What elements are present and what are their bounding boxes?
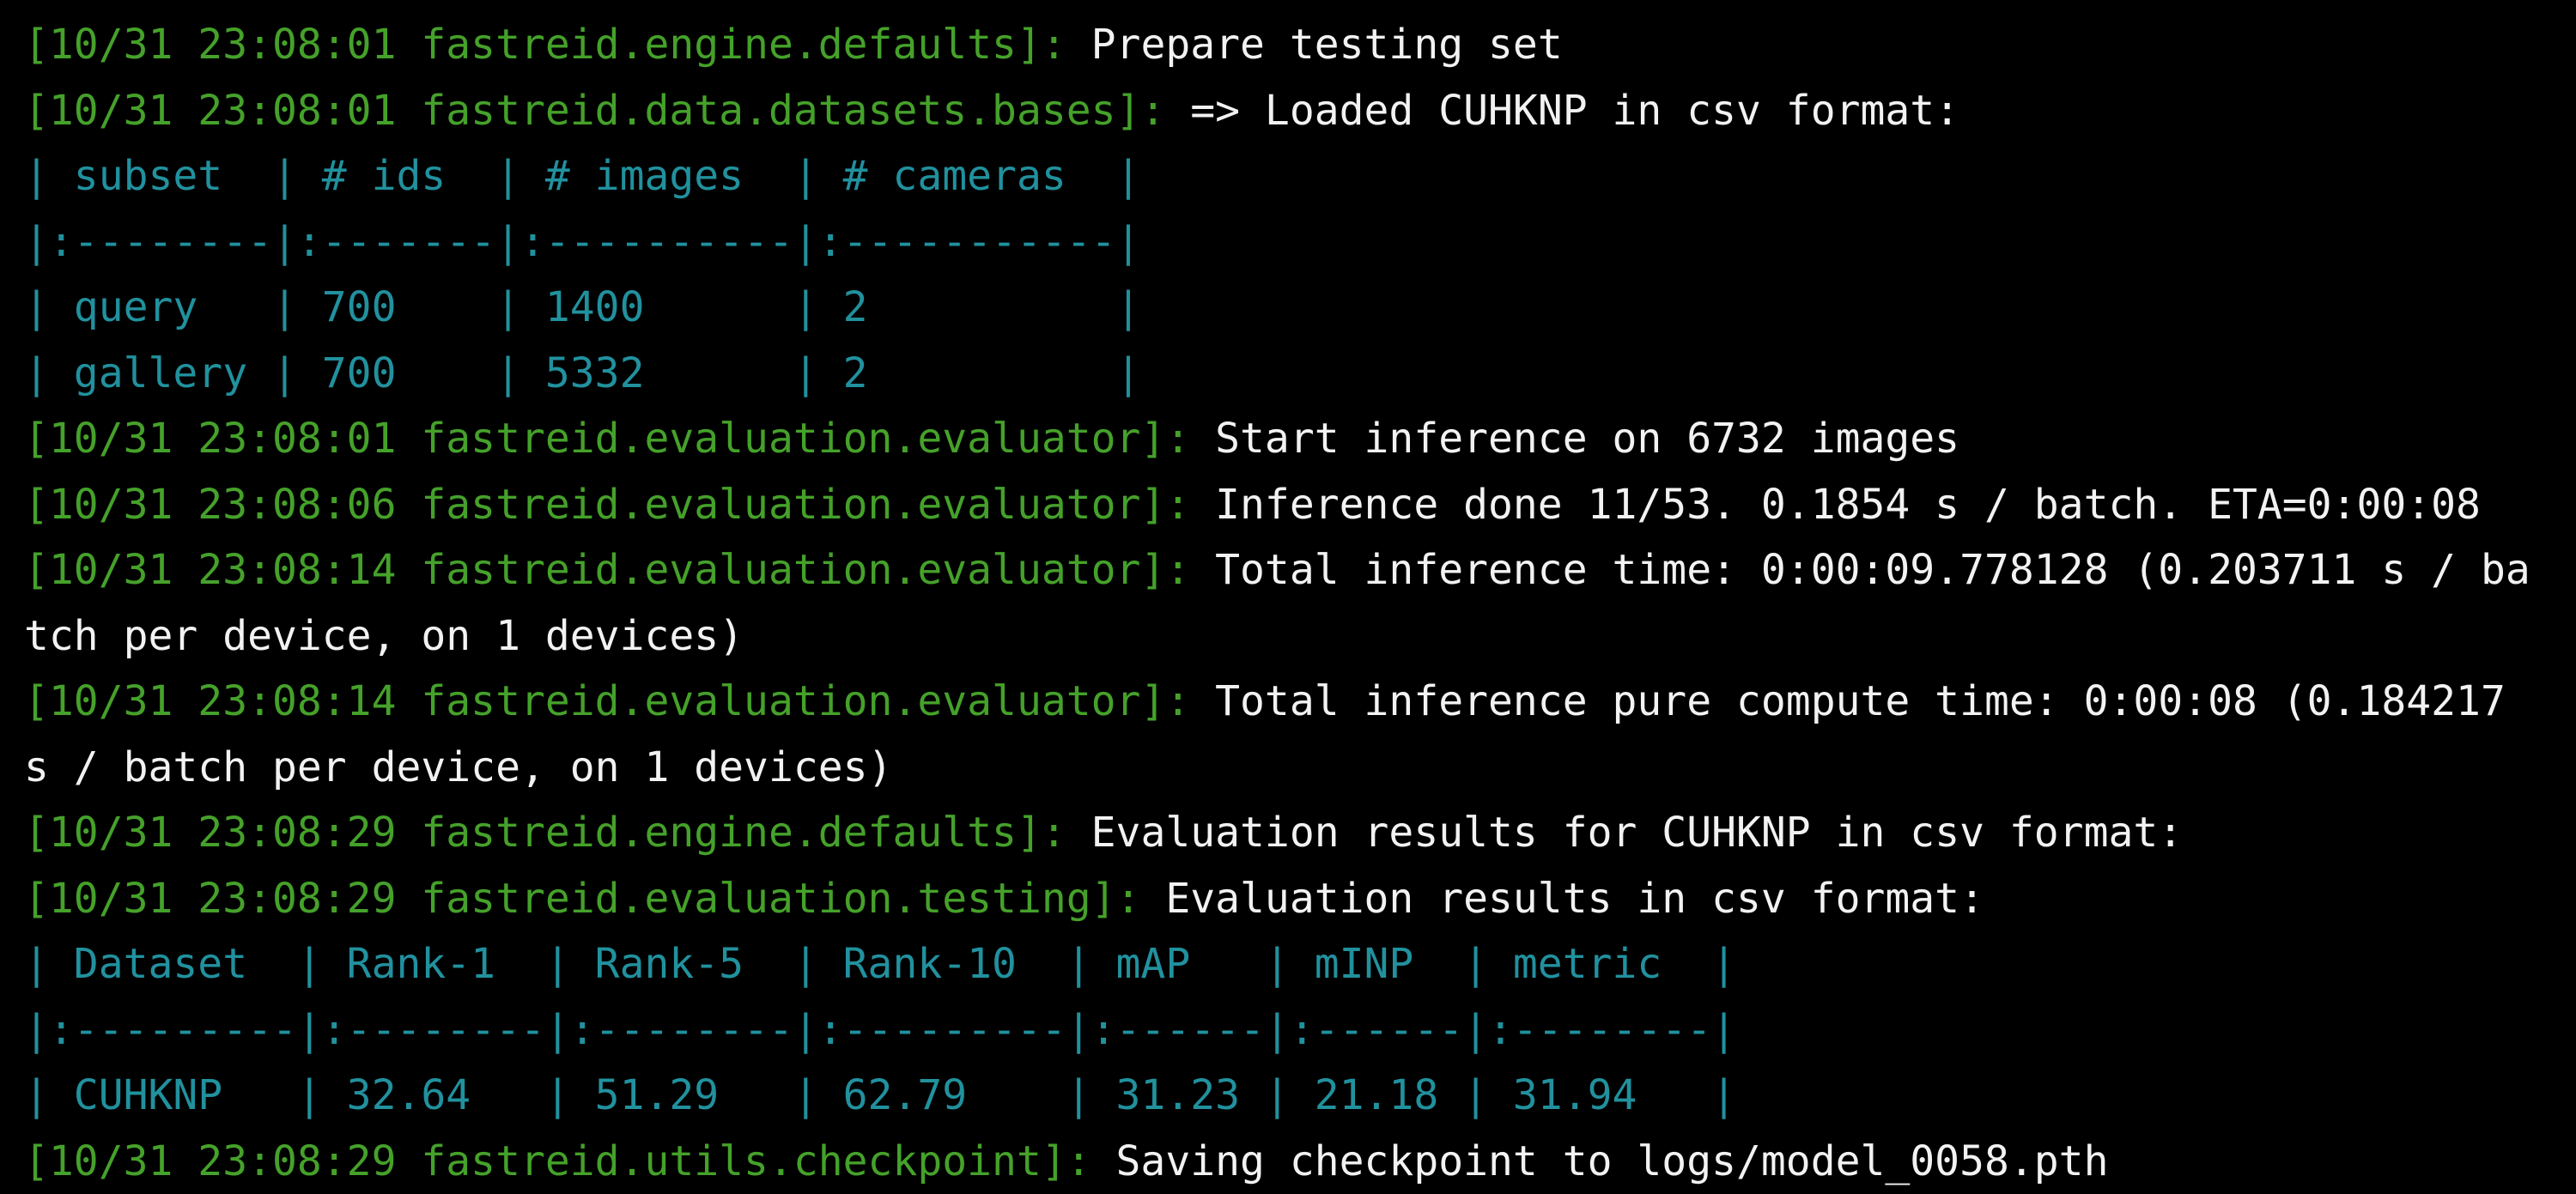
log-message: Prepare testing set: [1091, 21, 1563, 69]
log-message: Evaluation results in csv format:: [1165, 875, 1984, 923]
log-line: [10/31 23:08:01 fastreid.engine.defaults…: [24, 12, 2576, 78]
log-line: [10/31 23:08:29 fastreid.utils.checkpoin…: [24, 1129, 2576, 1194]
log-prefix: [10/31 23:08:29 fastreid.utils.checkpoin…: [24, 1137, 1116, 1185]
log-prefix: [10/31 23:08:14 fastreid.evaluation.eval…: [24, 677, 1215, 725]
table-row: | subset | # ids | # images | # cameras …: [24, 143, 2576, 209]
log-line: [10/31 23:08:14 fastreid.evaluation.eval…: [24, 669, 2576, 735]
log-message: s / batch per device, on 1 devices): [24, 743, 892, 791]
log-prefix: [10/31 23:08:06 fastreid.evaluation.eval…: [24, 481, 1215, 529]
log-line: [10/31 23:08:29 fastreid.evaluation.test…: [24, 866, 2576, 932]
log-line: [10/31 23:08:01 fastreid.data.datasets.b…: [24, 78, 2576, 144]
log-line-continuation: s / batch per device, on 1 devices): [24, 735, 2576, 801]
log-message: => Loaded CUHKNP in csv format:: [1190, 87, 1959, 135]
log-message: Saving checkpoint to logs/model_0058.pth: [1116, 1137, 2109, 1185]
log-line-continuation: tch per device, on 1 devices): [24, 603, 2576, 670]
log-prefix: [10/31 23:08:01 fastreid.engine.defaults…: [24, 21, 1091, 69]
log-line: [10/31 23:08:06 fastreid.evaluation.eval…: [24, 472, 2576, 538]
log-prefix: [10/31 23:08:29 fastreid.engine.defaults…: [24, 809, 1091, 857]
table-row-text: | Dataset | Rank-1 | Rank-5 | Rank-10 | …: [24, 940, 1736, 988]
table-row: |:---------|:--------|:--------|:-------…: [24, 997, 2576, 1064]
log-line: [10/31 23:08:29 fastreid.engine.defaults…: [24, 800, 2576, 866]
table-row: |:--------|:-------|:----------|:-------…: [24, 209, 2576, 276]
table-row-text: | subset | # ids | # images | # cameras …: [24, 152, 1140, 200]
log-line: [10/31 23:08:01 fastreid.evaluation.eval…: [24, 406, 2576, 472]
table-row: | Dataset | Rank-1 | Rank-5 | Rank-10 | …: [24, 931, 2576, 997]
log-line: [10/31 23:08:14 fastreid.evaluation.eval…: [24, 537, 2576, 603]
log-prefix: [10/31 23:08:01 fastreid.data.datasets.b…: [24, 87, 1190, 135]
log-message: tch per device, on 1 devices): [24, 612, 744, 660]
table-row-text: | gallery | 700 | 5332 | 2 |: [24, 349, 1140, 397]
terminal-window[interactable]: [10/31 23:08:01 fastreid.engine.defaults…: [0, 0, 2576, 1182]
log-prefix: [10/31 23:08:14 fastreid.evaluation.eval…: [24, 546, 1215, 594]
log-prefix: [10/31 23:08:01 fastreid.evaluation.eval…: [24, 415, 1215, 463]
log-message: Evaluation results for CUHKNP in csv for…: [1091, 809, 2184, 857]
log-message: Inference done 11/53. 0.1854 s / batch. …: [1215, 481, 2481, 529]
table-row-text: |:---------|:--------|:--------|:-------…: [24, 1006, 1736, 1054]
table-row-text: | CUHKNP | 32.64 | 51.29 | 62.79 | 31.23…: [24, 1071, 1736, 1119]
table-row-text: | query | 700 | 1400 | 2 |: [24, 283, 1140, 331]
log-message: Start inference on 6732 images: [1215, 415, 1959, 463]
table-row: | gallery | 700 | 5332 | 2 |: [24, 341, 2576, 407]
log-message: Total inference time: 0:00:09.778128 (0.…: [1215, 546, 2530, 594]
table-row-text: |:--------|:-------|:----------|:-------…: [24, 218, 1140, 266]
table-row: | query | 700 | 1400 | 2 |: [24, 275, 2576, 341]
table-row: | CUHKNP | 32.64 | 51.29 | 62.79 | 31.23…: [24, 1063, 2576, 1129]
log-prefix: [10/31 23:08:29 fastreid.evaluation.test…: [24, 875, 1165, 923]
log-message: Total inference pure compute time: 0:00:…: [1215, 677, 2506, 725]
